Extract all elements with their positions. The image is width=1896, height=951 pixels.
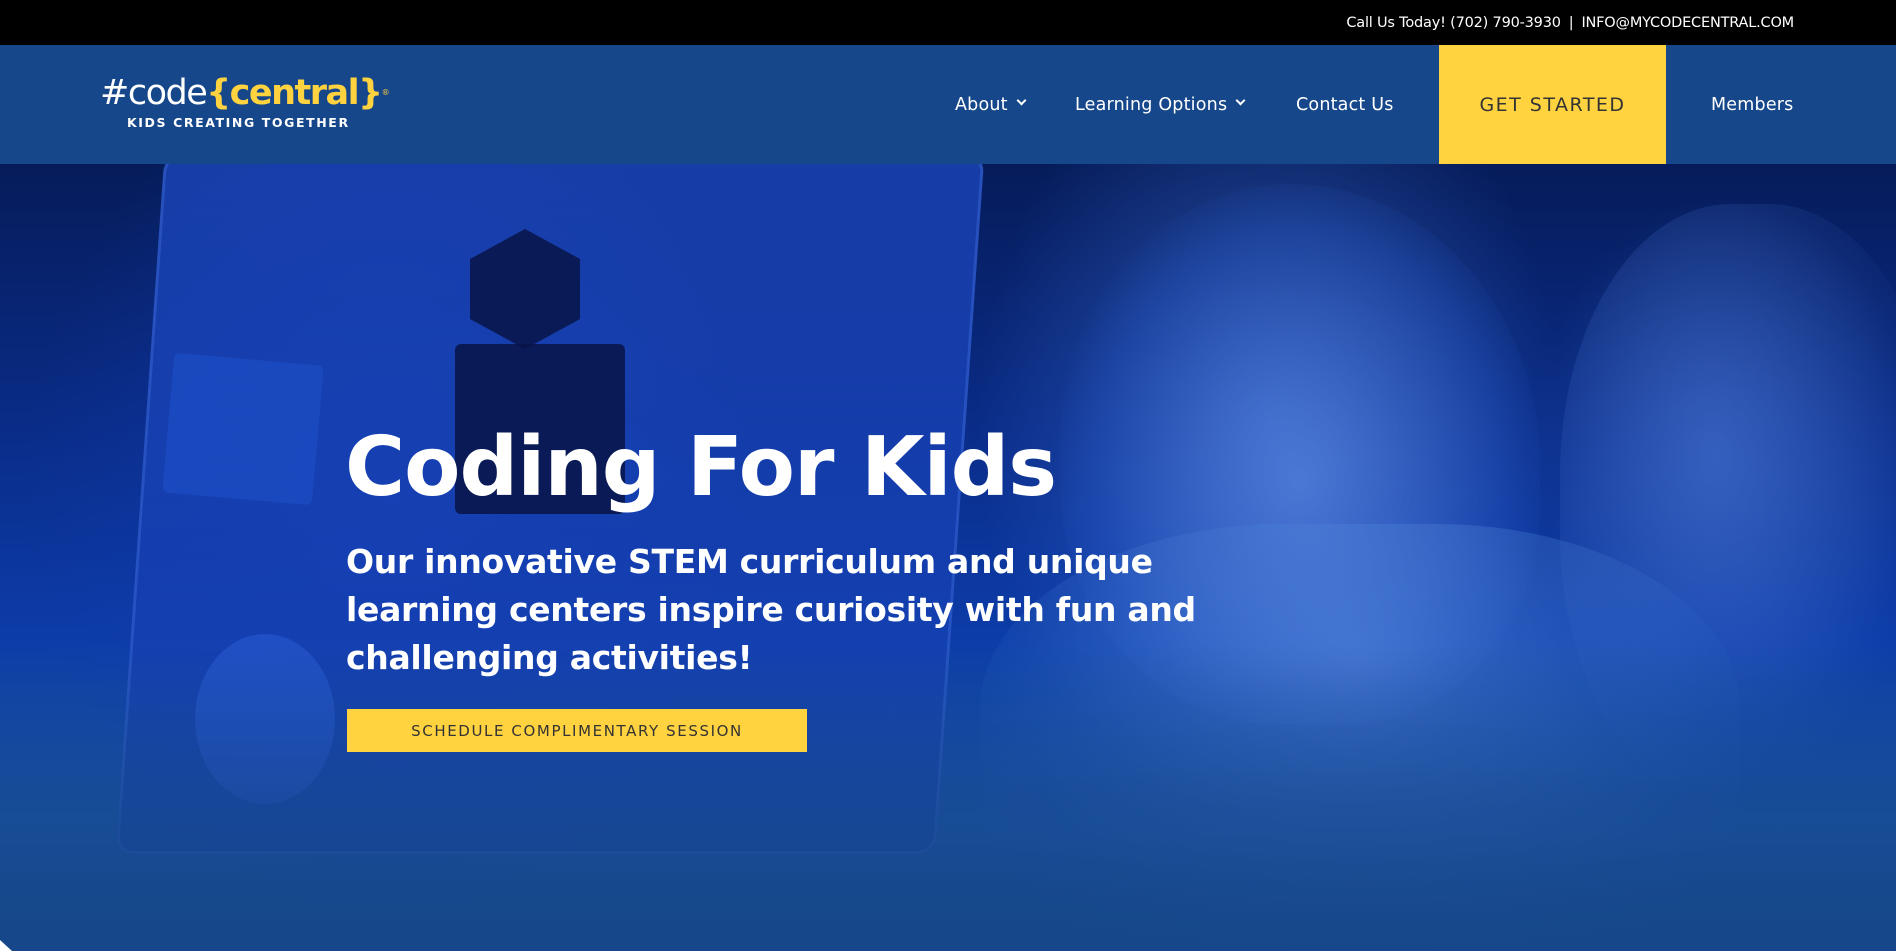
site-logo[interactable]: #code{central}® KIDS CREATING TOGETHER [100, 73, 389, 130]
hero-fade-overlay [0, 644, 1896, 951]
nav-members[interactable]: Members [1711, 45, 1794, 164]
hero-background-sticker [162, 352, 324, 506]
corner-decoration [0, 940, 12, 951]
nav-about[interactable]: About [955, 45, 1027, 164]
top-contact-bar: Call Us Today! (702) 790-3930 | INFO@MYC… [0, 0, 1896, 45]
logo-wordmark: #code{central}® [100, 73, 389, 113]
email-link[interactable]: INFO@MYCODECENTRAL.COM [1581, 15, 1794, 31]
nav-members-label: Members [1711, 94, 1794, 115]
phone-link[interactable]: Call Us Today! (702) 790-3930 [1346, 15, 1561, 31]
site-header: #code{central}® KIDS CREATING TOGETHER A… [0, 45, 1896, 164]
chevron-down-icon [1016, 95, 1027, 106]
topbar-separator: | [1568, 14, 1574, 31]
nav-learning-options-label: Learning Options [1075, 94, 1228, 115]
nav-learning-options[interactable]: Learning Options [1075, 45, 1246, 164]
hero-title: Coding For Kids [345, 420, 1057, 515]
hero-section: Coding For Kids Our innovative STEM curr… [0, 164, 1896, 951]
hero-subtitle: Our innovative STEM curriculum and uniqu… [346, 542, 1196, 677]
schedule-session-button[interactable]: SCHEDULE COMPLIMENTARY SESSION [347, 709, 807, 752]
nav-contact-us-label: Contact Us [1296, 94, 1394, 115]
nav-contact-us[interactable]: Contact Us [1296, 45, 1394, 164]
get-started-button[interactable]: GET STARTED [1439, 45, 1666, 164]
nav-about-label: About [955, 94, 1008, 115]
chevron-down-icon [1235, 95, 1246, 106]
logo-tagline: KIDS CREATING TOGETHER [127, 115, 350, 130]
